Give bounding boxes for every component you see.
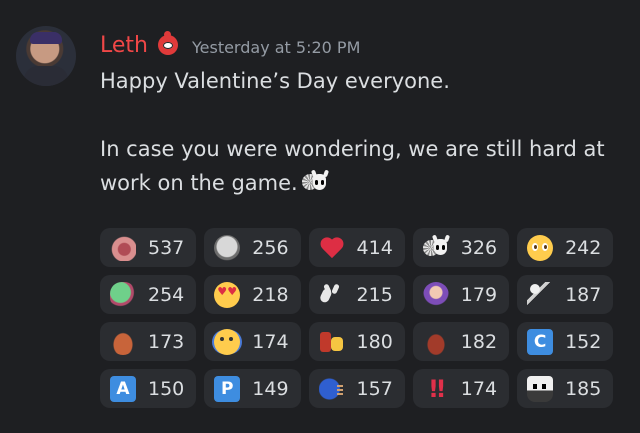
reaction-fan-knight[interactable]: 326 — [412, 228, 510, 267]
open-mouth-emoji-icon — [110, 234, 136, 261]
letter-a-emoji-icon: A — [110, 375, 136, 402]
reactions-row: 254 218 215 179 187 — [100, 275, 620, 314]
reaction-knight-horns[interactable]: 215 — [308, 275, 405, 314]
message-header: Leth Yesterday at 5:20 PM — [100, 30, 360, 60]
avatar-hat — [30, 32, 62, 44]
reaction-open-mouth[interactable]: 537 — [100, 228, 197, 267]
reaction-letter-a[interactable]: A 150 — [100, 369, 197, 408]
reaction-count: 414 — [356, 236, 393, 259]
reaction-count: 157 — [356, 377, 393, 400]
knight-thumbs-up-emoji-icon — [319, 329, 345, 355]
chat-message: Leth Yesterday at 5:20 PM Happy Valentin… — [0, 0, 640, 433]
message-line: In case you were wondering, we are still… — [100, 137, 605, 195]
double-exclamation-emoji-icon: ‼ — [429, 374, 445, 403]
message-content: Happy Valentine’s Day everyone. In case … — [100, 64, 620, 200]
reaction-purple-hooded[interactable]: 179 — [412, 275, 510, 314]
reactions-row: A 150 P 149 157 ‼ 174 185 — [100, 369, 620, 408]
apple-badge-icon[interactable] — [157, 35, 178, 55]
reaction-shaking-face[interactable]: 174 — [204, 322, 301, 361]
message-timestamp: Yesterday at 5:20 PM — [191, 37, 361, 57]
letter-p-emoji-icon: P — [214, 375, 241, 402]
fan-knight-emoji-icon — [301, 169, 329, 194]
reaction-pleading-face[interactable]: 242 — [517, 228, 614, 267]
pale-king-emoji-icon — [527, 375, 554, 402]
purple-hooded-emoji-icon — [422, 281, 449, 308]
reaction-green-bug[interactable]: 254 — [100, 275, 197, 314]
reaction-count: 174 — [460, 377, 498, 400]
reactions-bar: 537 256 414 326 242 254 218 215 179 187 … — [100, 228, 620, 416]
reaction-count: 150 — [148, 377, 185, 400]
reaction-sword-knight[interactable]: 187 — [517, 275, 614, 314]
red-heart-emoji-icon — [319, 235, 345, 261]
reaction-count: 149 — [252, 377, 289, 400]
avatar-shirt — [24, 66, 68, 86]
username[interactable]: Leth — [100, 33, 148, 58]
reaction-count: 152 — [565, 330, 602, 353]
reaction-speaking-head[interactable]: 157 — [308, 369, 405, 408]
reaction-heart-eyes[interactable]: 218 — [204, 275, 301, 314]
reactions-row: 173 174 180 182 C 152 — [100, 322, 620, 361]
reaction-letter-c[interactable]: C 152 — [517, 322, 614, 361]
reaction-red-bug[interactable]: 182 — [412, 322, 510, 361]
letter-c-emoji-icon: C — [527, 328, 554, 355]
reaction-count: 242 — [565, 236, 602, 259]
red-bug-emoji-icon — [422, 328, 449, 355]
heart-eyes-emoji-icon — [214, 281, 241, 308]
reaction-letter-p[interactable]: P 149 — [204, 369, 301, 408]
reaction-count: 180 — [356, 330, 393, 353]
reaction-knight-thumbs-up[interactable]: 180 — [308, 322, 405, 361]
reaction-count: 185 — [565, 377, 602, 400]
reaction-count: 254 — [148, 283, 185, 306]
user-avatar[interactable] — [16, 26, 76, 86]
speaking-head-emoji-icon — [318, 375, 345, 402]
reaction-double-exclamation[interactable]: ‼ 174 — [412, 369, 510, 408]
sword-knight-emoji-icon — [527, 281, 554, 308]
reaction-skull[interactable]: 256 — [204, 228, 301, 267]
reaction-count: 537 — [148, 236, 185, 259]
reaction-count: 256 — [252, 236, 289, 259]
reactions-row: 537 256 414 326 242 — [100, 228, 620, 267]
reaction-count: 179 — [460, 283, 498, 306]
reaction-count: 326 — [460, 236, 498, 259]
fan-knight-emoji-icon — [422, 234, 450, 261]
reaction-crab[interactable]: 173 — [100, 322, 197, 361]
knight-horns-emoji-icon — [319, 282, 345, 308]
reaction-red-heart[interactable]: 414 — [308, 228, 405, 267]
pleading-face-emoji-icon — [527, 234, 554, 261]
shaking-face-emoji-icon — [214, 328, 241, 355]
reaction-count: 173 — [148, 330, 185, 353]
reaction-count: 187 — [565, 283, 602, 306]
green-bug-emoji-icon — [110, 281, 136, 308]
message-line: Happy Valentine’s Day everyone. — [100, 69, 450, 93]
skull-emoji-icon — [214, 234, 241, 261]
reaction-pale-king[interactable]: 185 — [517, 369, 614, 408]
reaction-count: 174 — [252, 330, 289, 353]
reaction-count: 218 — [252, 283, 289, 306]
reaction-count: 215 — [356, 283, 393, 306]
crab-emoji-icon — [110, 328, 136, 355]
reaction-count: 182 — [460, 330, 498, 353]
